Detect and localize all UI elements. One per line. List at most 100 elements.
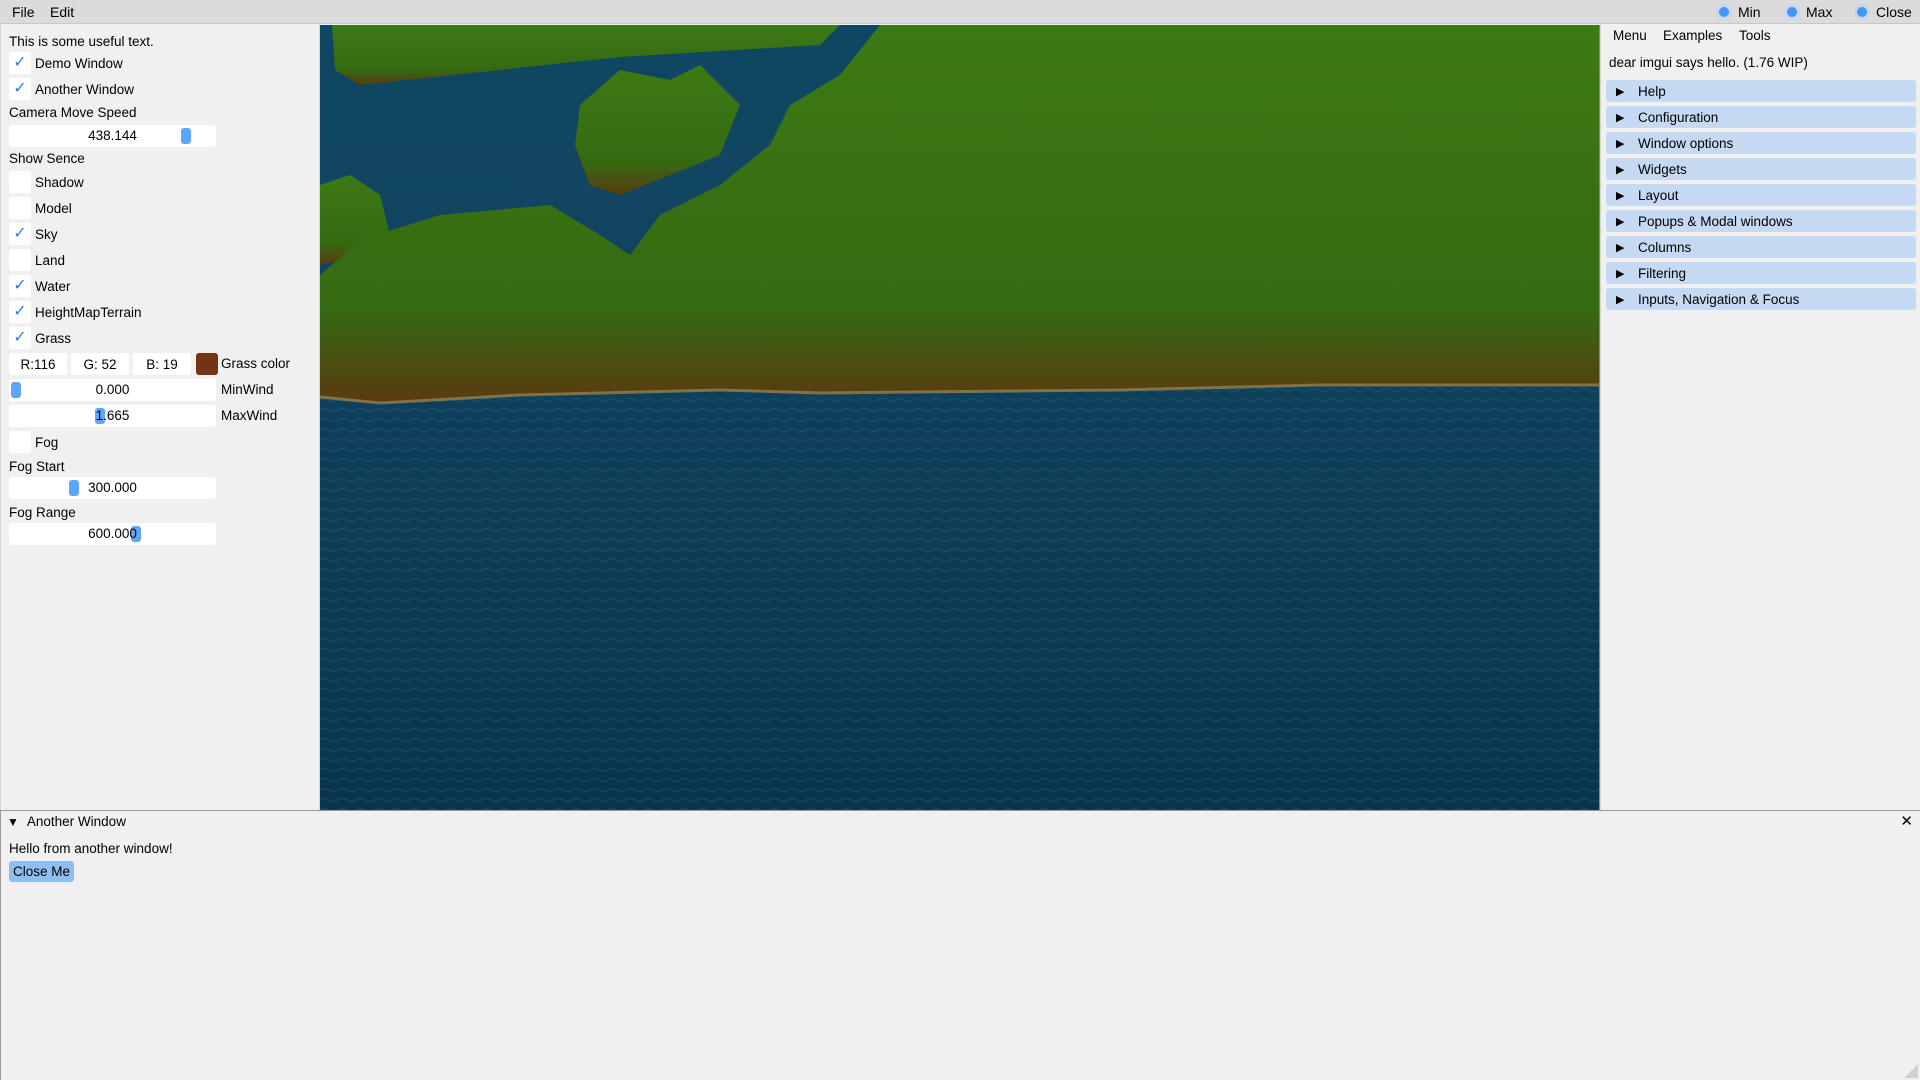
scene-viewport[interactable] bbox=[320, 25, 1600, 810]
menu-edit[interactable]: Edit bbox=[50, 3, 74, 21]
grass-checkbox[interactable]: ✓ Grass bbox=[9, 327, 71, 349]
radio-icon bbox=[1784, 4, 1800, 20]
another-window-title: Another Window bbox=[26, 814, 126, 829]
min-wind-value: 0.000 bbox=[95, 382, 130, 397]
resize-grip-icon[interactable] bbox=[1904, 1064, 1918, 1078]
header-configuration[interactable]: ▶ Configuration bbox=[1606, 106, 1916, 128]
header-widgets[interactable]: ▶ Widgets bbox=[1606, 158, 1916, 180]
sky-label: Sky bbox=[35, 226, 58, 242]
header-label: Configuration bbox=[1638, 109, 1719, 125]
grass-color-label: Grass color bbox=[221, 356, 291, 371]
fog-start-label: Fog Start bbox=[9, 458, 65, 474]
imgui-demo-window: Menu Examples Tools dear imgui says hell… bbox=[1600, 25, 1920, 810]
triangle-right-icon: ▶ bbox=[1616, 111, 1625, 124]
close-label: Close bbox=[1876, 4, 1912, 20]
demo-menu-menu[interactable]: Menu bbox=[1613, 28, 1647, 43]
header-help[interactable]: ▶ Help bbox=[1606, 80, 1916, 102]
shadow-label: Shadow bbox=[35, 174, 84, 190]
triangle-right-icon: ▶ bbox=[1616, 267, 1625, 280]
grass-color-b-input[interactable]: B: 19 bbox=[133, 353, 191, 375]
triangle-right-icon: ▶ bbox=[1616, 85, 1625, 98]
checkmark-icon: ✓ bbox=[9, 223, 31, 245]
close-icon[interactable]: ✕ bbox=[1900, 812, 1913, 830]
max-wind-label: MaxWind bbox=[221, 408, 278, 423]
triangle-right-icon: ▶ bbox=[1616, 189, 1625, 202]
show-scene-label: Show Sence bbox=[9, 150, 85, 166]
demo-window-checkbox[interactable]: ✓ Demo Window bbox=[9, 52, 123, 74]
grass-color-swatch[interactable] bbox=[196, 353, 218, 375]
radio-icon bbox=[1716, 4, 1732, 20]
header-label: Columns bbox=[1638, 239, 1692, 255]
model-label: Model bbox=[35, 200, 72, 216]
terrain-render bbox=[320, 25, 1599, 810]
min-label: Min bbox=[1738, 4, 1761, 20]
fog-range-slider[interactable]: 600.000 bbox=[9, 523, 216, 545]
header-label: Help bbox=[1638, 83, 1666, 99]
min-radio[interactable]: Min bbox=[1716, 3, 1761, 21]
triangle-right-icon: ▶ bbox=[1616, 241, 1625, 254]
fog-range-label: Fog Range bbox=[9, 504, 76, 520]
checkmark-icon: ✓ bbox=[9, 327, 31, 349]
fog-start-slider[interactable]: 300.000 bbox=[9, 477, 216, 499]
checkmark-icon: ✓ bbox=[9, 275, 31, 297]
another-window-text: Hello from another window! bbox=[9, 841, 173, 856]
fog-range-value: 600.000 bbox=[88, 526, 137, 541]
demo-menu-examples[interactable]: Examples bbox=[1663, 28, 1722, 43]
header-columns[interactable]: ▶ Columns bbox=[1606, 236, 1916, 258]
heightmap-terrain-checkbox[interactable]: ✓ HeightMapTerrain bbox=[9, 301, 142, 323]
model-checkbox[interactable]: Model bbox=[9, 197, 72, 219]
header-label: Layout bbox=[1638, 187, 1679, 203]
header-layout[interactable]: ▶ Layout bbox=[1606, 184, 1916, 206]
close-me-button[interactable]: Close Me bbox=[9, 861, 75, 882]
imgui-hello-text: dear imgui says hello. (1.76 WIP) bbox=[1609, 55, 1808, 70]
grass-color-r-input[interactable]: R:116 bbox=[9, 353, 67, 375]
checkbox-box bbox=[9, 431, 31, 453]
grass-color-editor: R:116 G: 52 B: 19 Grass color bbox=[9, 353, 319, 375]
min-wind-label: MinWind bbox=[221, 382, 274, 397]
water-label: Water bbox=[35, 278, 71, 294]
another-window-checkbox[interactable]: ✓ Another Window bbox=[9, 78, 134, 100]
close-radio[interactable]: Close bbox=[1854, 3, 1912, 21]
checkbox-box bbox=[9, 197, 31, 219]
another-window-titlebar[interactable]: ▼ Another Window ✕ bbox=[1, 811, 1920, 832]
another-window: ▼ Another Window ✕ Hello from another wi… bbox=[0, 810, 1920, 1080]
radio-icon bbox=[1854, 4, 1870, 20]
useful-text: This is some useful text. bbox=[9, 33, 154, 49]
checkmark-icon: ✓ bbox=[9, 301, 31, 323]
min-wind-slider[interactable]: 0.000 bbox=[9, 379, 216, 401]
header-filtering[interactable]: ▶ Filtering bbox=[1606, 262, 1916, 284]
checkmark-icon: ✓ bbox=[9, 78, 31, 100]
max-label: Max bbox=[1806, 4, 1833, 20]
header-popups-modal[interactable]: ▶ Popups & Modal windows bbox=[1606, 210, 1916, 232]
another-window-label: Another Window bbox=[35, 81, 135, 97]
camera-speed-slider[interactable]: 438.144 bbox=[9, 125, 216, 147]
fog-start-value: 300.000 bbox=[88, 480, 137, 495]
header-label: Widgets bbox=[1638, 161, 1687, 177]
header-label: Popups & Modal windows bbox=[1638, 213, 1793, 229]
max-wind-slider[interactable]: 1.665 bbox=[9, 405, 216, 427]
land-label: Land bbox=[35, 252, 66, 268]
header-label: Inputs, Navigation & Focus bbox=[1638, 291, 1800, 307]
triangle-right-icon: ▶ bbox=[1616, 293, 1625, 306]
water-checkbox[interactable]: ✓ Water bbox=[9, 275, 71, 297]
header-inputs-navigation-focus[interactable]: ▶ Inputs, Navigation & Focus bbox=[1606, 288, 1916, 310]
checkmark-icon: ✓ bbox=[9, 52, 31, 74]
fog-checkbox[interactable]: Fog bbox=[9, 431, 58, 453]
sky-checkbox[interactable]: ✓ Sky bbox=[9, 223, 58, 245]
header-label: Window options bbox=[1638, 135, 1734, 151]
triangle-right-icon: ▶ bbox=[1616, 163, 1625, 176]
collapse-triangle-icon[interactable]: ▼ bbox=[7, 815, 19, 829]
main-menubar: File Edit Min Max Close bbox=[0, 0, 1920, 24]
header-window-options[interactable]: ▶ Window options bbox=[1606, 132, 1916, 154]
max-wind-value: 1.665 bbox=[95, 408, 130, 423]
checkbox-box bbox=[9, 171, 31, 193]
max-radio[interactable]: Max bbox=[1784, 3, 1832, 21]
checkbox-box bbox=[9, 249, 31, 271]
land-checkbox[interactable]: Land bbox=[9, 249, 65, 271]
fog-label: Fog bbox=[35, 434, 59, 450]
shadow-checkbox[interactable]: Shadow bbox=[9, 171, 84, 193]
demo-menu-tools[interactable]: Tools bbox=[1739, 28, 1771, 43]
menu-file[interactable]: File bbox=[12, 3, 35, 21]
triangle-right-icon: ▶ bbox=[1616, 215, 1625, 228]
grass-color-g-input[interactable]: G: 52 bbox=[71, 353, 129, 375]
